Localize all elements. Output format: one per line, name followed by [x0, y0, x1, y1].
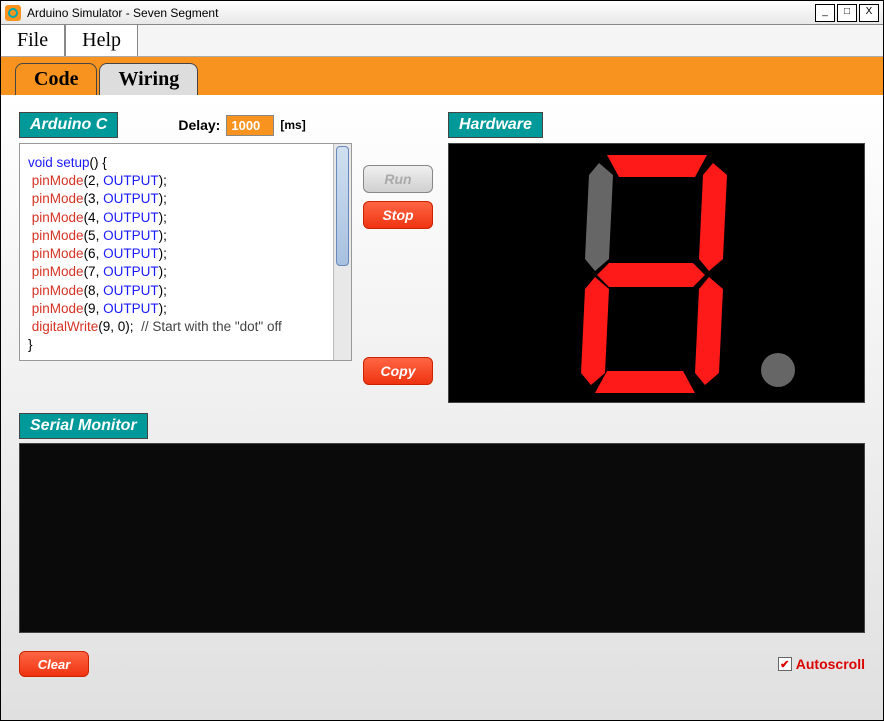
- tabbar: Code Wiring: [1, 57, 883, 95]
- delay-input[interactable]: [226, 115, 274, 136]
- delay-unit: [ms]: [280, 118, 305, 132]
- scrollbar-thumb[interactable]: [336, 146, 349, 266]
- segment-dp: [761, 353, 795, 387]
- segment-f: [585, 163, 613, 274]
- menubar: File Help: [1, 25, 883, 57]
- window-title: Arduino Simulator - Seven Segment: [27, 6, 815, 20]
- hardware-panel: [448, 143, 865, 403]
- app-window: Arduino Simulator - Seven Segment _ □ X …: [0, 0, 884, 721]
- code-editor-wrap: void setup() { pinMode(2, OUTPUT); pinMo…: [19, 143, 352, 361]
- action-buttons: Run Stop Copy: [362, 139, 434, 385]
- run-button[interactable]: Run: [363, 165, 433, 193]
- tab-wiring[interactable]: Wiring: [99, 63, 198, 95]
- serial-monitor[interactable]: [19, 443, 865, 633]
- upper-region: Arduino C Delay: [ms] void setup() { pin…: [19, 111, 865, 403]
- segment-b: [699, 163, 727, 274]
- close-button[interactable]: X: [859, 4, 879, 22]
- code-column: Arduino C Delay: [ms] void setup() { pin…: [19, 111, 434, 403]
- titlebar: Arduino Simulator - Seven Segment _ □ X: [1, 1, 883, 25]
- tab-code[interactable]: Code: [15, 63, 97, 95]
- arduino-c-header: Arduino C: [19, 112, 118, 138]
- serial-region: Serial Monitor: [19, 413, 865, 633]
- copy-button[interactable]: Copy: [363, 357, 433, 385]
- hardware-column: Hardware: [448, 111, 865, 403]
- segment-g: [595, 263, 707, 290]
- bottom-row: Clear ✔ Autoscroll: [19, 651, 865, 677]
- delay-label: Delay:: [178, 117, 220, 133]
- maximize-button[interactable]: □: [837, 4, 857, 22]
- content-area: Arduino C Delay: [ms] void setup() { pin…: [1, 95, 883, 720]
- menu-help[interactable]: Help: [65, 25, 138, 56]
- hardware-header: Hardware: [448, 112, 543, 138]
- code-scrollbar[interactable]: [333, 144, 351, 360]
- segment-e: [581, 277, 609, 388]
- autoscroll-checkbox[interactable]: ✔: [778, 657, 792, 671]
- autoscroll-toggle[interactable]: ✔ Autoscroll: [778, 656, 865, 672]
- window-controls: _ □ X: [815, 4, 879, 22]
- serial-header: Serial Monitor: [19, 413, 148, 439]
- clear-button[interactable]: Clear: [19, 651, 89, 677]
- menu-file[interactable]: File: [1, 25, 65, 56]
- seven-segment-display: [567, 153, 747, 393]
- code-editor[interactable]: void setup() { pinMode(2, OUTPUT); pinMo…: [20, 144, 333, 360]
- autoscroll-label: Autoscroll: [796, 656, 865, 672]
- minimize-button[interactable]: _: [815, 4, 835, 22]
- stop-button[interactable]: Stop: [363, 201, 433, 229]
- segment-a: [601, 155, 713, 182]
- app-icon: [5, 5, 21, 21]
- delay-row: Delay: [ms]: [178, 115, 305, 136]
